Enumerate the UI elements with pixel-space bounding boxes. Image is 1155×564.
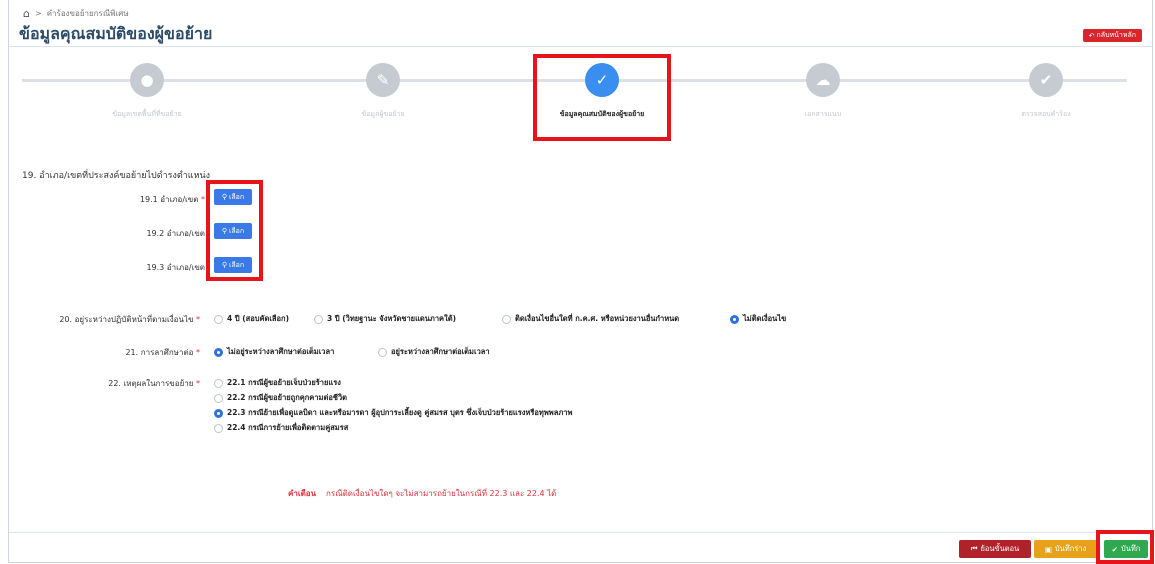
check-icon: ✔	[1029, 63, 1063, 97]
option-label: 3 ปี (วิทยฐานะ จังหวัดชายแดนภาคใต้)	[327, 314, 457, 323]
q21-option-studying[interactable]: อยู่ระหว่างลาศึกษาต่อเต็มเวลา	[378, 346, 490, 358]
q19-row-2-label: 19.2 อำเภอ/เขต	[146, 227, 205, 240]
q19-title: 19. อำเภอ/เขตที่ประสงค์ขอย้ายไปดำรงตำแหน…	[22, 171, 211, 181]
q20-label: 20. อยู่ระหว่างปฏิบัติหน้าที่ตามเงื่อนไข…	[59, 313, 200, 326]
q19-row-label: 19.2 อำเภอ/เขต	[146, 229, 205, 238]
radio-button[interactable]	[214, 314, 223, 324]
option-label: 22.2 กรณีผู้ขอย้ายถูกคุกคามต่อชีวิต	[227, 393, 348, 402]
q20-option-4-years[interactable]: 4 ปี (สอบคัดเลือก)	[214, 313, 289, 325]
q22-option-2[interactable]: 22.2 กรณีผู้ขอย้ายถูกคุกคามต่อชีวิต	[214, 392, 347, 404]
q19-row-label: 19.1 อำเภอ/เขต	[139, 195, 199, 204]
q19-row-1-label: 19.1 อำเภอ/เขต *	[140, 193, 205, 206]
back-home-label: กลับหน้าหลัก	[1096, 31, 1136, 39]
warning-text: กรณีติดเงื่อนไขใดๆ จะไม่สามารถย้ายในกรณี…	[326, 489, 557, 498]
option-label: 22.3 กรณีย้ายเพื่อดูแลบิดา และหรือมารดา …	[227, 408, 573, 417]
highlight-box-save-button	[1096, 530, 1154, 564]
option-label: ไม่ติดเงื่อนไข	[743, 314, 787, 323]
highlight-box-active-step	[533, 54, 671, 141]
skip-back-icon: ⏮	[970, 544, 978, 553]
required-marker: *	[196, 348, 200, 357]
breadcrumb-current[interactable]: คำร้องขอย้ายกรณีพิเศษ	[47, 7, 129, 20]
q20-label-text: 20. อยู่ระหว่างปฏิบัติหน้าที่ตามเงื่อนไข	[59, 315, 194, 324]
step-label: ข้อมูลผู้ขอย้าย	[361, 110, 405, 118]
undo-icon: ↶	[1088, 31, 1095, 40]
previous-step-label: ย้อนขั้นตอน	[980, 544, 1020, 553]
q20-option-other-condition[interactable]: ติดเงื่อนไขอื่นใดที่ ก.ค.ศ. หรือหน่วยงาน…	[502, 313, 679, 325]
warning-label: คำเตือน	[288, 489, 317, 498]
page-header: ⌂ > คำร้องขอย้ายกรณีพิเศษ ข้อมูลคุณสมบัต…	[9, 0, 1152, 47]
save-draft-button[interactable]: ▣ บันทึกร่าง	[1034, 540, 1097, 558]
q22-label: 22. เหตุผลในการขอย้าย *	[108, 377, 200, 390]
option-label: ติดเงื่อนไขอื่นใดที่ ก.ค.ศ. หรือหน่วยงาน…	[515, 314, 680, 323]
radio-button[interactable]	[214, 423, 223, 433]
q19-row-label: 19.3 อำเภอ/เขต	[146, 263, 205, 272]
home-icon[interactable]: ⌂	[23, 7, 30, 20]
radio-button[interactable]	[214, 378, 223, 388]
breadcrumb: ⌂ > คำร้องขอย้ายกรณีพิเศษ	[23, 7, 129, 20]
breadcrumb-separator: >	[34, 9, 42, 18]
cloud-upload-icon: ☁	[806, 63, 840, 97]
q22-label-text: 22. เหตุผลในการขอย้าย	[108, 379, 194, 388]
q22-option-4[interactable]: 22.4 กรณีการย้ายเพื่อติดตามคู่สมรส	[214, 422, 348, 434]
step-review: ✔ ตรวจสอบคำร้อง	[966, 63, 1126, 120]
step-location: ● ข้อมูลเขตพื้นที่ที่ขอย้าย	[67, 63, 227, 120]
footer-divider	[9, 532, 1152, 533]
radio-button-selected[interactable]	[214, 408, 223, 418]
q21-label-text: 21. การลาศึกษาต่อ	[125, 348, 194, 357]
q20-option-no-condition[interactable]: ไม่ติดเงื่อนไข	[730, 313, 786, 325]
highlight-box-select-buttons	[206, 180, 263, 281]
page-title: ข้อมูลคุณสมบัติของผู้ขอย้าย	[19, 24, 213, 43]
radio-button-selected[interactable]	[214, 347, 223, 357]
radio-button-selected[interactable]	[730, 314, 739, 324]
radio-button[interactable]	[502, 314, 511, 324]
required-marker: *	[201, 195, 205, 204]
q21-label: 21. การลาศึกษาต่อ *	[125, 346, 200, 359]
step-attachments: ☁ เอกสารแนบ	[743, 63, 903, 120]
radio-button[interactable]	[214, 393, 223, 403]
option-label: 22.1 กรณีผู้ขอย้ายเจ็บป่วยร้ายแรง	[227, 378, 341, 387]
q22-option-3[interactable]: 22.3 กรณีย้ายเพื่อดูแลบิดา และหรือมารดา …	[214, 407, 572, 419]
radio-button[interactable]	[314, 314, 323, 324]
previous-step-button[interactable]: ⏮ ย้อนขั้นตอน	[959, 540, 1031, 558]
radio-button[interactable]	[378, 347, 387, 357]
save-draft-label: บันทึกร่าง	[1054, 544, 1087, 553]
option-label: อยู่ระหว่างลาศึกษาต่อเต็มเวลา	[391, 347, 490, 356]
option-label: 4 ปี (สอบคัดเลือก)	[227, 314, 289, 323]
required-marker: *	[196, 315, 200, 324]
option-label: 22.4 กรณีการย้ายเพื่อติดตามคู่สมรส	[227, 423, 349, 432]
q21-option-not-studying[interactable]: ไม่อยู่ระหว่างลาศึกษาต่อเต็มเวลา	[214, 346, 334, 358]
lock-icon: ▣	[1044, 544, 1052, 554]
map-pin-icon: ●	[130, 63, 164, 97]
step-label: ตรวจสอบคำร้อง	[1021, 110, 1071, 118]
step-applicant: ✎ ข้อมูลผู้ขอย้าย	[303, 63, 463, 120]
q22-option-1[interactable]: 22.1 กรณีผู้ขอย้ายเจ็บป่วยร้ายแรง	[214, 377, 341, 389]
warning-message: คำเตือน กรณีติดเงื่อนไขใดๆ จะไม่สามารถย้า…	[288, 487, 556, 500]
step-label: ข้อมูลเขตพื้นที่ที่ขอย้าย	[112, 110, 182, 118]
q20-option-3-years[interactable]: 3 ปี (วิทยฐานะ จังหวัดชายแดนภาคใต้)	[314, 313, 456, 325]
step-label: เอกสารแนบ	[804, 110, 842, 118]
user-edit-icon: ✎	[366, 63, 400, 97]
option-label: ไม่อยู่ระหว่างลาศึกษาต่อเต็มเวลา	[227, 347, 335, 356]
back-home-button[interactable]: ↶ กลับหน้าหลัก	[1082, 29, 1142, 42]
required-marker: *	[196, 379, 200, 388]
q19-row-3-label: 19.3 อำเภอ/เขต	[146, 261, 205, 274]
